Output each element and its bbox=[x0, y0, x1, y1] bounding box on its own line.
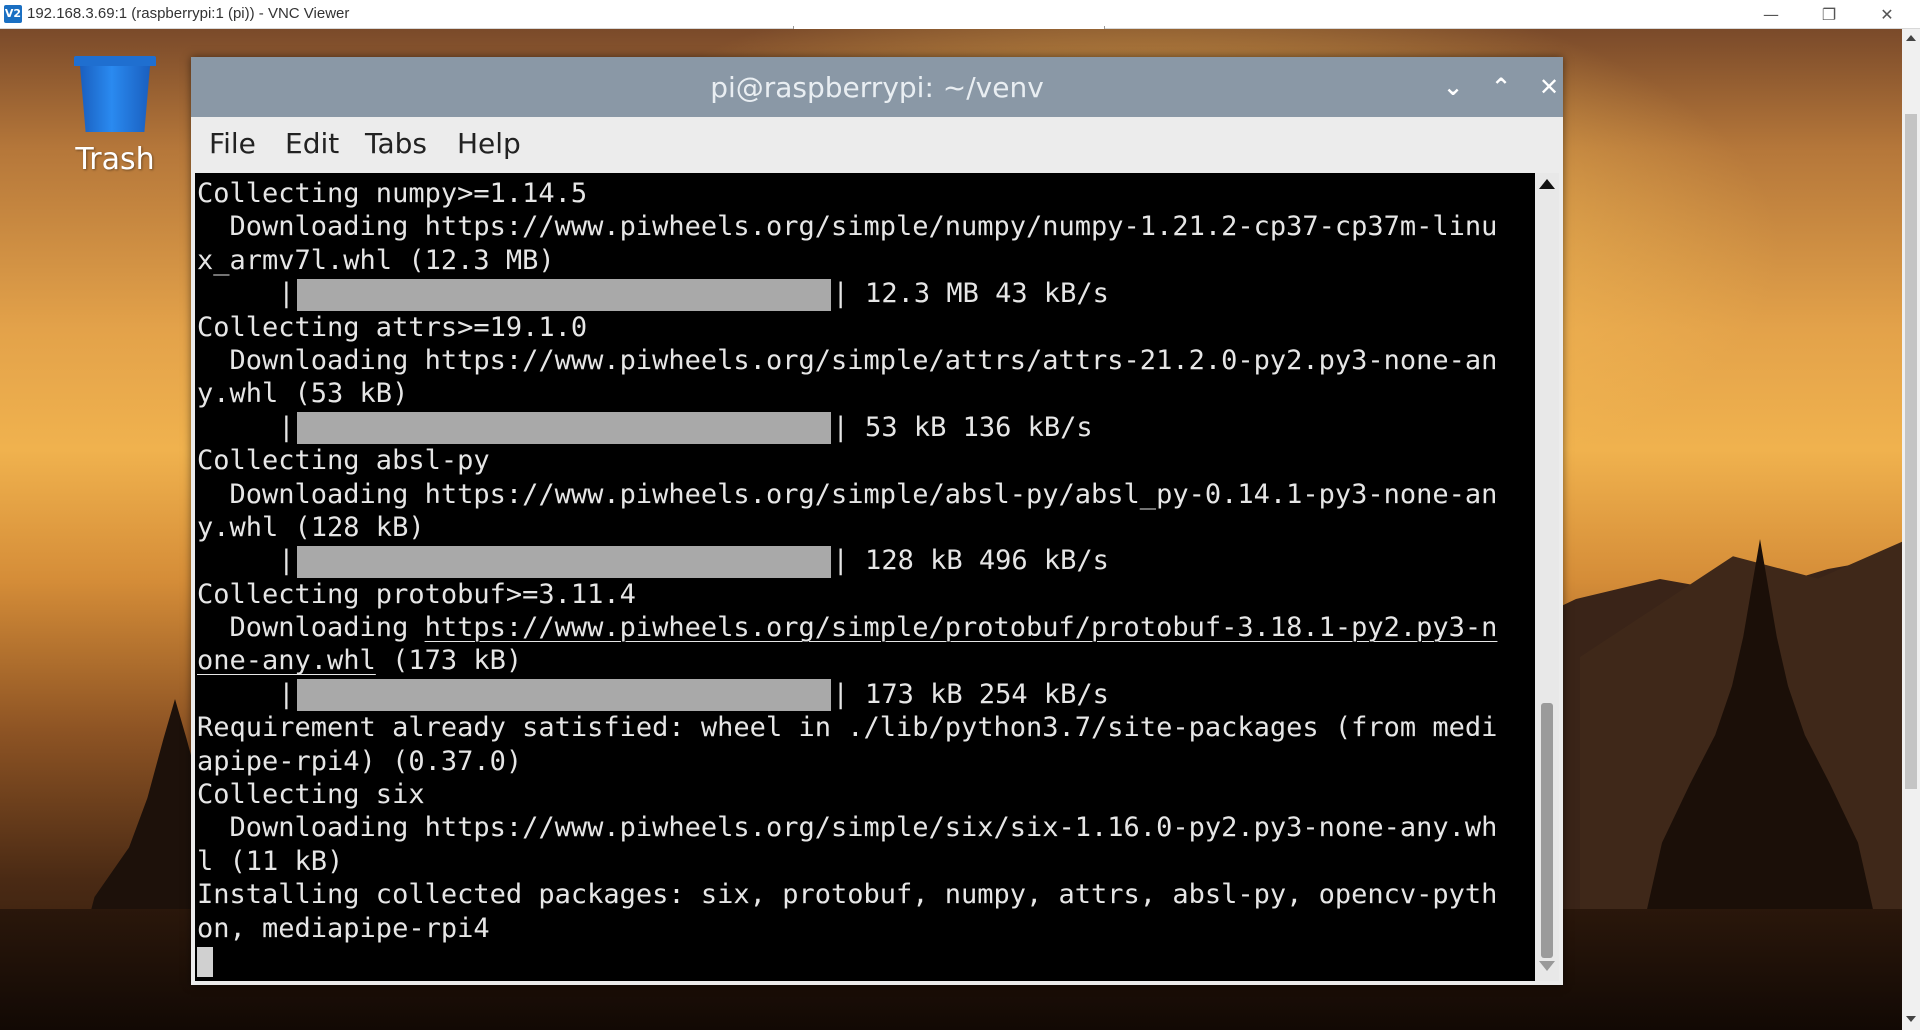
terminal-line: y.whl (53 kB) bbox=[197, 377, 1497, 410]
chevron-down-icon[interactable]: ⌄ bbox=[1435, 69, 1471, 105]
terminal-line: Collecting numpy>=1.14.5 bbox=[197, 177, 1497, 210]
terminal-line: | | 12.3 MB 43 kB/s bbox=[197, 277, 1497, 311]
terminal-line: l (11 kB) bbox=[197, 845, 1497, 878]
download-progress-bar bbox=[296, 412, 831, 445]
terminal-text: apipe-rpi4) (0.37.0) bbox=[197, 745, 523, 777]
terminal-text: Downloading https://www.piwheels.org/sim… bbox=[197, 211, 1498, 243]
terminal-text: Collecting absl-py bbox=[197, 445, 490, 477]
terminal-scroll-thumb[interactable] bbox=[1541, 703, 1553, 958]
terminal-line: Downloading https://www.piwheels.org/sim… bbox=[197, 811, 1498, 844]
terminal-text: Collecting protobuf>=3.11.4 bbox=[197, 578, 636, 610]
vnc-scrollbar[interactable] bbox=[1902, 29, 1920, 1030]
desktop-trash[interactable]: Trash bbox=[70, 56, 160, 177]
terminal-text: | 53 kB 136 kB/s bbox=[832, 411, 1093, 443]
terminal-text: Requirement already satisfied: wheel in … bbox=[197, 712, 1498, 744]
terminal-line: Downloading https://www.piwheels.org/sim… bbox=[197, 611, 1498, 644]
terminal-line: | | 128 kB 496 kB/s bbox=[197, 544, 1497, 578]
terminal-text: Collecting numpy>=1.14.5 bbox=[197, 178, 588, 209]
terminal-text: Collecting attrs>=19.1.0 bbox=[197, 311, 588, 343]
terminal-text: (173 kB) bbox=[375, 645, 523, 677]
terminal-text: | bbox=[197, 545, 295, 577]
vnc-logo-icon: V2 bbox=[4, 5, 22, 23]
terminal-line: Downloading https://www.piwheels.org/sim… bbox=[197, 478, 1498, 511]
terminal-text: Downloading https://www.piwheels.org/sim… bbox=[197, 344, 1498, 376]
trash-label: Trash bbox=[75, 142, 155, 177]
terminal-window: pi@raspberrypi: ~/venv ⌄ ⌃ ✕ File Edit T… bbox=[191, 57, 1563, 985]
terminal-cursor bbox=[197, 947, 213, 978]
terminal-line: x_armv7l.whl (12.3 MB) bbox=[197, 244, 1497, 277]
trash-icon-lid bbox=[74, 56, 156, 66]
scroll-down-arrow-icon[interactable] bbox=[1539, 961, 1555, 971]
terminal-text: Downloading bbox=[197, 612, 425, 644]
menu-help[interactable]: Help bbox=[457, 127, 521, 160]
terminal-line: Collecting protobuf>=3.11.4 bbox=[197, 578, 1497, 611]
terminal-text: | bbox=[197, 678, 295, 710]
vnc-minimize-button[interactable]: — bbox=[1742, 0, 1800, 29]
terminal-text: x_armv7l.whl (12.3 MB) bbox=[197, 244, 555, 276]
menu-edit[interactable]: Edit bbox=[285, 127, 339, 160]
vnc-restore-button[interactable]: ❐ bbox=[1800, 0, 1858, 29]
terminal-text: | 173 kB 254 kB/s bbox=[832, 678, 1109, 710]
terminal-link[interactable]: https://www.piwheels.org/simple/protobuf… bbox=[425, 612, 1498, 643]
scroll-up-arrow-icon[interactable] bbox=[1539, 179, 1555, 189]
terminal-text: | bbox=[197, 278, 295, 310]
close-icon[interactable]: ✕ bbox=[1531, 69, 1567, 105]
terminal-text: Installing collected packages: six, prot… bbox=[197, 879, 1498, 911]
terminal-line: | | 53 kB 136 kB/s bbox=[197, 411, 1497, 445]
terminal-text: | 12.3 MB 43 kB/s bbox=[832, 278, 1109, 310]
terminal-lines: Collecting numpy>=1.14.5 Downloading htt… bbox=[197, 177, 1497, 978]
terminal-titlebar[interactable]: pi@raspberrypi: ~/venv ⌄ ⌃ ✕ bbox=[191, 57, 1563, 117]
terminal-text: Downloading https://www.piwheels.org/sim… bbox=[197, 478, 1498, 510]
terminal-line: Collecting six bbox=[197, 778, 1497, 811]
terminal-text: Collecting six bbox=[197, 779, 425, 811]
menu-file[interactable]: File bbox=[209, 127, 256, 160]
terminal-link[interactable]: one-any.whl bbox=[197, 645, 376, 676]
terminal-line: apipe-rpi4) (0.37.0) bbox=[197, 745, 1497, 778]
terminal-text: on, mediapipe-rpi4 bbox=[197, 912, 490, 944]
menu-tabs[interactable]: Tabs bbox=[365, 127, 427, 160]
terminal-line: Collecting attrs>=19.1.0 bbox=[197, 311, 1497, 344]
vnc-scroll-up-icon[interactable] bbox=[1906, 35, 1916, 41]
trash-icon bbox=[80, 66, 150, 132]
terminal-line: one-any.whl (173 kB) bbox=[197, 644, 1497, 677]
vnc-close-button[interactable]: ✕ bbox=[1858, 0, 1916, 29]
terminal-line bbox=[197, 945, 1497, 978]
terminal-text: y.whl (128 kB) bbox=[197, 511, 425, 543]
terminal-text: Downloading https://www.piwheels.org/sim… bbox=[197, 812, 1498, 844]
terminal-text: | 128 kB 496 kB/s bbox=[832, 545, 1109, 577]
download-progress-bar bbox=[296, 545, 831, 578]
vnc-scroll-thumb[interactable] bbox=[1905, 114, 1917, 789]
vnc-viewer-titlebar: V2 192.168.3.69:1 (raspberrypi:1 (pi)) -… bbox=[0, 0, 1920, 30]
terminal-line: | | 173 kB 254 kB/s bbox=[197, 678, 1497, 712]
download-progress-bar bbox=[296, 679, 831, 712]
terminal-menubar: File Edit Tabs Help bbox=[191, 117, 1563, 173]
vnc-scroll-down-icon[interactable] bbox=[1906, 1016, 1916, 1022]
terminal-line: Downloading https://www.piwheels.org/sim… bbox=[197, 344, 1498, 377]
terminal-line: Downloading https://www.piwheels.org/sim… bbox=[197, 210, 1498, 243]
terminal-title: pi@raspberrypi: ~/venv bbox=[710, 71, 1044, 104]
terminal-line: Installing collected packages: six, prot… bbox=[197, 878, 1497, 911]
download-progress-bar bbox=[296, 278, 831, 311]
terminal-output[interactable]: Collecting numpy>=1.14.5 Downloading htt… bbox=[195, 173, 1535, 981]
terminal-line: y.whl (128 kB) bbox=[197, 511, 1497, 544]
terminal-text: l (11 kB) bbox=[197, 845, 344, 877]
terminal-line: Collecting absl-py bbox=[197, 444, 1497, 477]
vnc-window-title: 192.168.3.69:1 (raspberrypi:1 (pi)) - VN… bbox=[27, 5, 350, 22]
terminal-line: Requirement already satisfied: wheel in … bbox=[197, 711, 1497, 744]
terminal-scrollbar[interactable] bbox=[1535, 173, 1559, 981]
terminal-text: | bbox=[197, 411, 295, 443]
chevron-up-icon[interactable]: ⌃ bbox=[1483, 69, 1519, 105]
terminal-text: y.whl (53 kB) bbox=[197, 378, 409, 410]
terminal-line: on, mediapipe-rpi4 bbox=[197, 912, 1497, 945]
